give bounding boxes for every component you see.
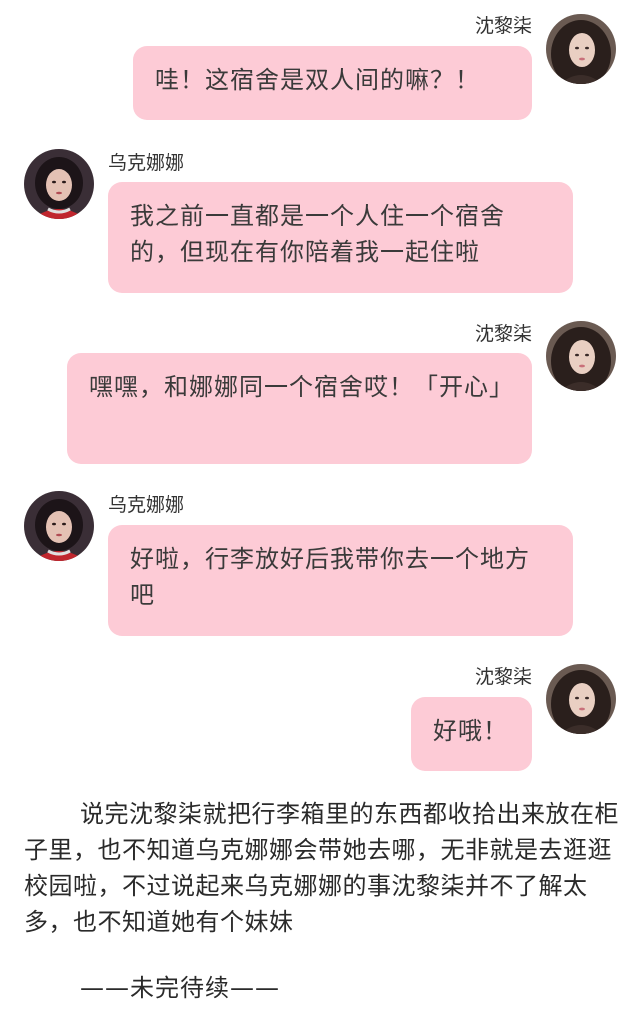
message-text: 好啦，行李放好后我带你去一个地方吧 bbox=[130, 545, 530, 609]
avatar[interactable] bbox=[24, 491, 94, 561]
message-bubble: 好哦！ bbox=[411, 697, 532, 771]
message-bubble: 嘿嘿，和娜娜同一个宿舍哎！「开心」 bbox=[67, 353, 532, 464]
avatar-shen-icon bbox=[546, 664, 616, 734]
sender-name: 沈黎柒 bbox=[474, 666, 532, 688]
message-text: 嘿嘿，和娜娜同一个宿舍哎！「开心」 bbox=[89, 373, 514, 401]
message-text: 好哦！ bbox=[433, 717, 508, 745]
avatar-wu-icon bbox=[24, 491, 94, 561]
avatar[interactable] bbox=[546, 321, 616, 391]
sender-name: 乌克娜娜 bbox=[108, 494, 185, 516]
message-bubble: 好啦，行李放好后我带你去一个地方吧 bbox=[108, 525, 573, 636]
avatar-wu-icon bbox=[24, 149, 94, 219]
narration-paragraph: 说完沈黎柒就把行李箱里的东西都收拾出来放在柜子里，也不知道乌克娜娜会带她去哪，无… bbox=[24, 800, 619, 936]
avatar[interactable] bbox=[546, 14, 616, 84]
message-text: 哇！这宿舍是双人间的嘛？！ bbox=[155, 66, 480, 94]
avatar[interactable] bbox=[24, 149, 94, 219]
message-bubble: 我之前一直都是一个人住一个宿舍的，但现在有你陪着我一起住啦 bbox=[108, 182, 573, 293]
message-text: 我之前一直都是一个人住一个宿舍的，但现在有你陪着我一起住啦 bbox=[130, 202, 505, 266]
sender-name: 乌克娜娜 bbox=[108, 152, 185, 174]
to-be-continued: ——未完待续—— bbox=[80, 974, 280, 1002]
avatar-shen-icon bbox=[546, 14, 616, 84]
message-bubble: 哇！这宿舍是双人间的嘛？！ bbox=[133, 46, 532, 120]
avatar-shen-icon bbox=[546, 321, 616, 391]
avatar[interactable] bbox=[546, 664, 616, 734]
sender-name: 沈黎柒 bbox=[474, 15, 532, 37]
sender-name: 沈黎柒 bbox=[474, 323, 532, 345]
